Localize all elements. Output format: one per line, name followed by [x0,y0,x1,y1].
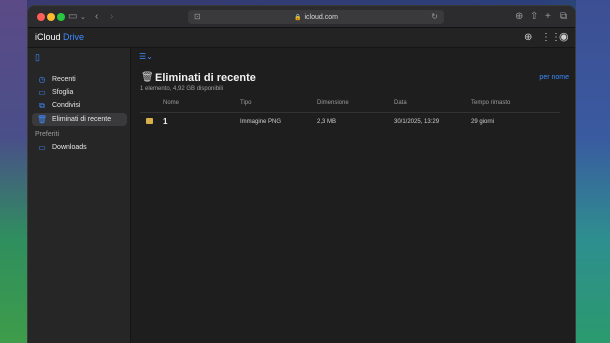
header-divider [140,112,560,113]
address-bar[interactable]: ⊡ 🔒 icloud.com ↻ [188,10,444,24]
file-size: 2,3 MB [317,119,337,125]
folder-icon: ▭ [38,88,46,97]
sidebar-item-label: Sfoglia [52,89,74,96]
zoom-window-button[interactable] [57,13,65,21]
download-icon[interactable]: ⊕ [515,10,523,24]
sidebar-item-sfoglia[interactable]: ▭ Sfoglia [32,86,127,99]
sidebar-item-label: Eliminati di recente [52,116,112,123]
icloud-header: iCloud Drive ⊕ ⋮⋮ ◉ [28,28,575,48]
trash-icon: 🗑 [36,115,48,124]
file-type: Immagine PNG [240,119,282,125]
brand-product: Drive [63,32,85,42]
image-file-icon [146,118,153,124]
sidebar-item-condivisi[interactable]: ⧉ Condivisi [32,99,127,112]
sidebar-item-label: Recenti [52,76,76,83]
new-tab-icon[interactable]: + [545,10,551,24]
brand-name: iCloud [35,32,61,42]
column-header-name[interactable]: Nome [163,100,179,106]
column-header-time-remaining[interactable]: Tempo rimasto [471,100,510,106]
shared-folder-icon: ⧉ [39,100,45,110]
tab-overview-icon[interactable]: ⧉ [560,10,567,24]
storage-summary: 1 elemento, 4,92 GB disponibili [140,86,224,92]
desktop-wallpaper-right [576,0,610,343]
icloud-drive-logo[interactable]: iCloud Drive [35,32,84,42]
file-date: 30/1/2025, 13:29 [394,119,440,125]
sort-by-name-button[interactable]: per nome [539,74,569,81]
sidebar-item-downloads[interactable]: ▭ Downloads [32,141,127,154]
browser-window: ▭ ⌄ ‹ › ⊡ 🔒 icloud.com ↻ ⊕ ⇧ + ⧉ iCloud … [27,5,576,343]
share-icon[interactable]: ⇧ [530,10,538,24]
page-title: Eliminati di recente [155,72,256,84]
section-label-preferiti: Preferiti [35,131,60,138]
main-content: ☰⌄ 🗑 Eliminati di recente 1 elemento, 4,… [132,48,575,343]
column-header-size[interactable]: Dimensione [317,100,349,106]
folder-icon: ▭ [38,143,46,152]
chevron-down-icon[interactable]: ⌄ [80,11,86,25]
lock-icon: 🔒 [294,14,302,21]
file-name: 1 [163,117,168,126]
add-icon[interactable]: ⊕ [524,32,532,44]
clock-icon: ◷ [38,75,46,84]
sidebar-item-label: Downloads [52,144,87,151]
column-header-date[interactable]: Data [394,100,407,106]
browser-toolbar: ▭ ⌄ ‹ › ⊡ 🔒 icloud.com ↻ ⊕ ⇧ + ⧉ [28,6,575,28]
account-icon[interactable]: ◉ [559,31,569,43]
sidebar-panel-icon[interactable]: ▯ [35,52,40,63]
desktop-wallpaper-left [0,0,27,343]
sidebar-item-eliminati-di-recente[interactable]: 🗑 Eliminati di recente [32,113,127,126]
reload-icon[interactable]: ↻ [431,12,438,21]
file-time-remaining: 29 giorni [471,119,495,125]
sidebar-item-recenti[interactable]: ◷ Recenti [32,73,127,86]
table-row[interactable]: 1 Immagine PNG 2,3 MB 30/1/2025, 13:29 2… [140,116,560,130]
forward-icon[interactable]: › [110,10,113,24]
sidebar-toggle-icon[interactable]: ▭ [68,10,77,24]
sidebar: ▯ ◷ Recenti ▭ Sfoglia ⧉ Condivisi 🗑 Elim… [28,48,131,343]
list-view-icon[interactable]: ☰⌄ [139,52,153,61]
close-window-button[interactable] [37,13,45,21]
address-url: icloud.com [304,13,338,21]
trash-icon: 🗑 [141,72,154,83]
app-grid-icon[interactable]: ⋮⋮ [541,32,561,44]
page-settings-icon[interactable]: ⊡ [194,12,201,21]
column-header-type[interactable]: Tipo [240,100,251,106]
minimize-window-button[interactable] [47,13,55,21]
sidebar-item-label: Condivisi [52,102,81,109]
back-icon[interactable]: ‹ [95,10,98,24]
